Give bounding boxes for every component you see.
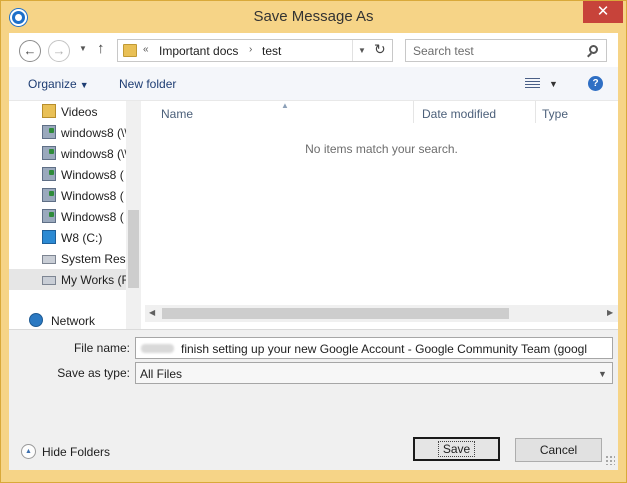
- nav-item-label: windows8 (\\: [61, 147, 126, 161]
- help-icon[interactable]: ?: [588, 76, 603, 91]
- network-drive-icon: [42, 167, 56, 181]
- column-separator[interactable]: [413, 101, 414, 123]
- breadcrumb-separator[interactable]: ›: [249, 44, 252, 55]
- nav-item-label: My Works (F: [61, 273, 126, 287]
- nav-item-label: Videos: [61, 105, 98, 119]
- resize-grip[interactable]: [605, 455, 615, 465]
- network-drive-icon: [42, 146, 56, 160]
- close-button[interactable]: ✕: [583, 1, 623, 23]
- network-drive-icon: [42, 188, 56, 202]
- chevron-up-icon: ▲: [21, 444, 36, 459]
- forward-button[interactable]: →: [48, 40, 70, 62]
- video-folder-icon: [42, 104, 56, 118]
- windows-drive-icon: [42, 230, 56, 244]
- redacted-name: [141, 344, 174, 353]
- window-title: Save Message As: [253, 8, 374, 25]
- organize-label: Organize: [28, 77, 77, 91]
- breadcrumb-test[interactable]: test: [262, 44, 281, 58]
- hard-drive-icon: [42, 276, 56, 285]
- save-as-type-label: Save as type:: [57, 366, 130, 380]
- search-icon[interactable]: [589, 45, 598, 54]
- view-options-icon[interactable]: [525, 78, 540, 89]
- new-folder-button[interactable]: New folder: [119, 77, 176, 91]
- file-name-input[interactable]: finish setting up your new Google Accoun…: [135, 337, 613, 359]
- column-header-date-modified[interactable]: Date modified: [422, 107, 496, 127]
- title-bar[interactable]: Save Message As ✕: [1, 1, 626, 33]
- nav-item-label: Network: [51, 314, 96, 328]
- network-drive-icon: [42, 125, 56, 139]
- breadcrumb-important-docs[interactable]: Important docs: [159, 44, 238, 58]
- address-row: ← → ▼ ↑ « Important docs › test ▼ ↻: [9, 33, 618, 67]
- save-message-dialog: Save Message As ✕ ← → ▼ ↑ « Important do…: [0, 0, 627, 483]
- nav-item-network-drive[interactable]: Windows8 (: [9, 206, 126, 227]
- nav-item-network-drive[interactable]: Windows8 (: [9, 185, 126, 206]
- hide-folders-label: Hide Folders: [42, 445, 111, 459]
- recent-locations-dropdown[interactable]: ▼: [79, 44, 87, 53]
- nav-item-network[interactable]: Network: [9, 310, 114, 331]
- address-divider: [352, 40, 353, 61]
- hard-drive-icon: [42, 255, 56, 264]
- cancel-button[interactable]: Cancel: [515, 438, 602, 462]
- save-label: Save: [437, 441, 476, 457]
- nav-item-label: Windows8 (: [61, 189, 124, 203]
- address-bar[interactable]: « Important docs › test ▼ ↻: [117, 39, 393, 62]
- organize-button[interactable]: Organize ▼: [28, 77, 89, 91]
- search-box[interactable]: [405, 39, 607, 62]
- nav-item-label: windows8 (\\: [61, 126, 126, 140]
- navigation-pane: Videos windows8 (\\ windows8 (\\ Windows…: [9, 101, 141, 333]
- network-drive-icon: [42, 209, 56, 223]
- horizontal-scrollbar-thumb[interactable]: [162, 308, 509, 319]
- sort-ascending-icon: ▲: [281, 101, 289, 110]
- save-as-type-value: All Files: [140, 367, 183, 381]
- nav-scrollbar-thumb[interactable]: [128, 210, 139, 288]
- file-list: ▲ Name Date modified Type No items match…: [145, 101, 618, 333]
- nav-item-network-drive[interactable]: windows8 (\\: [9, 122, 126, 143]
- up-arrow-button[interactable]: ↑: [97, 40, 105, 57]
- nav-item-my-works[interactable]: My Works (F: [9, 269, 126, 290]
- column-separator[interactable]: [535, 101, 536, 123]
- chevron-down-icon: ▼: [79, 80, 89, 90]
- folder-icon: [123, 44, 137, 57]
- empty-message: No items match your search.: [305, 142, 458, 156]
- file-list-horizontal-scrollbar[interactable]: ◀ ▶: [145, 305, 618, 322]
- chevron-down-icon: ▼: [598, 369, 607, 379]
- save-as-type-select[interactable]: All Files ▼: [135, 362, 613, 384]
- nav-scrollbar[interactable]: [126, 101, 141, 333]
- dialog-client: ← → ▼ ↑ « Important docs › test ▼ ↻ Org: [9, 33, 618, 470]
- command-toolbar: Organize ▼ New folder ▼ ?: [9, 67, 618, 101]
- nav-item-label: Windows8 (: [61, 210, 124, 224]
- search-input[interactable]: [406, 40, 581, 61]
- nav-item-videos[interactable]: Videos: [9, 101, 126, 122]
- nav-item-network-drive[interactable]: Windows8 (: [9, 164, 126, 185]
- scroll-right-icon[interactable]: ▶: [607, 308, 613, 317]
- breadcrumb-overflow[interactable]: «: [143, 44, 149, 55]
- save-button[interactable]: Save: [413, 437, 500, 461]
- file-name-label: File name:: [73, 341, 130, 355]
- view-options-dropdown[interactable]: ▼: [549, 79, 558, 89]
- refresh-icon[interactable]: ↻: [374, 41, 386, 58]
- nav-item-label: System Rese: [61, 252, 126, 266]
- nav-item-c-drive[interactable]: W8 (C:): [9, 227, 126, 248]
- nav-item-network-drive[interactable]: windows8 (\\: [9, 143, 126, 164]
- file-name-value: finish setting up your new Google Accoun…: [181, 342, 587, 356]
- nav-item-label: W8 (C:): [61, 231, 103, 245]
- nav-item-label: Windows8 (: [61, 168, 124, 182]
- column-header-type[interactable]: Type: [542, 107, 568, 127]
- back-button[interactable]: ←: [19, 40, 41, 62]
- column-header-name[interactable]: Name: [161, 107, 193, 127]
- scroll-left-icon[interactable]: ◀: [149, 308, 155, 317]
- address-dropdown[interactable]: ▼: [358, 46, 366, 55]
- nav-item-system-reserved[interactable]: System Rese: [9, 248, 126, 269]
- network-icon: [29, 313, 43, 327]
- save-form: File name: finish setting up your new Go…: [9, 329, 618, 470]
